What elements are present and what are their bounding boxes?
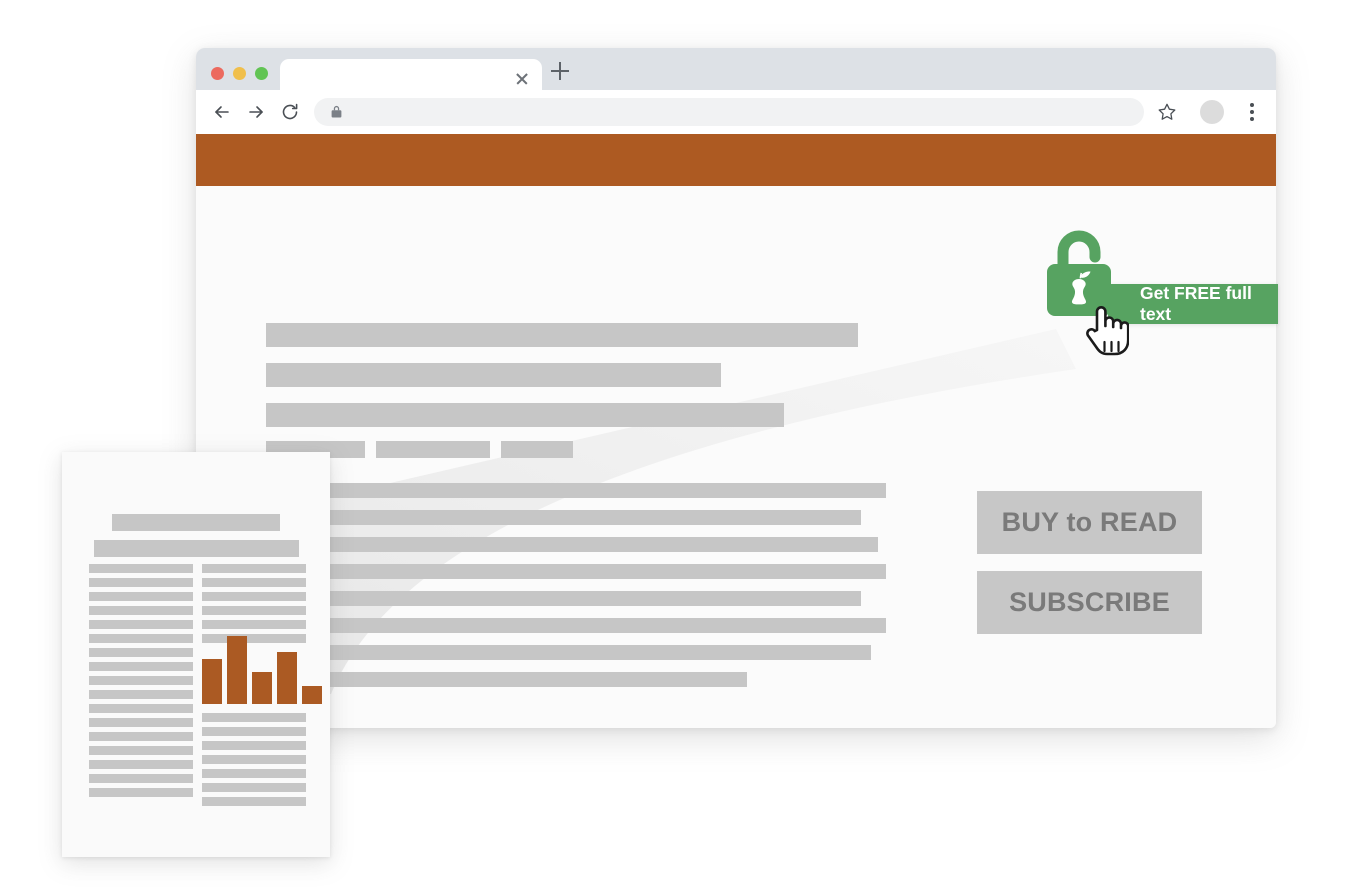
paper-text-line [89,718,193,727]
paper-text-line [202,783,306,792]
paper-text-line [202,592,306,601]
paper-text-line [202,741,306,750]
body-text-bar [266,564,886,579]
close-window-button[interactable] [211,67,224,80]
author-bar [376,441,490,458]
paper-text-line [202,634,306,643]
paper-text-line [89,662,193,671]
three-dot-menu-icon[interactable] [1242,100,1262,124]
paper-text-line [89,704,193,713]
paper-text-line [202,713,306,722]
chart-bar [252,672,272,704]
paper-text-line [89,620,193,629]
paper-text-line [202,564,306,573]
author-bar [501,441,573,458]
paper-text-line [202,620,306,629]
paper-text-line [89,732,193,741]
paper-text-line [89,676,193,685]
paper-text-line [202,578,306,587]
paper-text-line [89,606,193,615]
window-controls [211,67,268,80]
tab-close-icon[interactable] [514,71,530,87]
body-text-bar [266,537,878,552]
browser-toolbar [196,90,1276,134]
chart-bar [277,652,297,704]
paper-text-line [89,564,193,573]
site-header-band [196,134,1276,186]
browser-tab-strip [196,48,1276,102]
paper-text-line [202,797,306,806]
title-bar [266,363,721,387]
body-text-bar [266,645,871,660]
new-tab-button[interactable] [551,62,569,80]
paper-text-line [89,746,193,755]
subscribe-button[interactable]: SUBSCRIBE [977,571,1202,634]
title-bar [266,403,784,427]
paper-title-bar [94,540,299,557]
reload-icon[interactable] [279,101,301,123]
subscribe-label: SUBSCRIBE [1009,587,1170,617]
paper-text-line [89,788,193,797]
chart-bar [302,686,322,704]
profile-avatar[interactable] [1200,100,1224,124]
body-text-bar [266,483,886,498]
body-text-bar [266,618,886,633]
body-text-bar [266,510,861,525]
pointing-hand-cursor [1086,306,1129,356]
minimize-window-button[interactable] [233,67,246,80]
screenshot-root: BUY to READ SUBSCRIBE Get FREE full text [0,0,1362,890]
get-free-full-text-button[interactable]: Get FREE full text [1108,283,1278,324]
title-bar [266,323,858,347]
bookmark-star-icon[interactable] [1151,96,1183,128]
browser-window: BUY to READ SUBSCRIBE [196,48,1276,728]
paper-text-line [202,606,306,615]
chart-bar [202,659,222,704]
paper-text-line [89,578,193,587]
maximize-window-button[interactable] [255,67,268,80]
forward-arrow-icon[interactable] [245,101,267,123]
buy-to-read-label: BUY to READ [1001,507,1178,537]
paper-text-line [202,727,306,736]
buy-to-read-button[interactable]: BUY to READ [977,491,1202,554]
paper-text-line [89,690,193,699]
paper-text-line [202,769,306,778]
address-bar[interactable] [314,98,1144,126]
chart-bar [227,636,247,704]
get-free-full-text-label: Get FREE full text [1140,283,1252,324]
paper-text-line [202,755,306,764]
paper-text-line [89,648,193,657]
paper-text-line [89,634,193,643]
body-text-bar [266,591,861,606]
lock-icon [331,105,342,118]
back-arrow-icon[interactable] [211,101,233,123]
paper-preview-card[interactable] [62,452,330,857]
paper-text-line [89,592,193,601]
paper-text-line [89,774,193,783]
body-text-bar [266,672,747,687]
paper-title-bar [112,514,280,531]
unpaywall-badge[interactable]: Get FREE full text [1046,222,1278,372]
paper-text-line [89,760,193,769]
